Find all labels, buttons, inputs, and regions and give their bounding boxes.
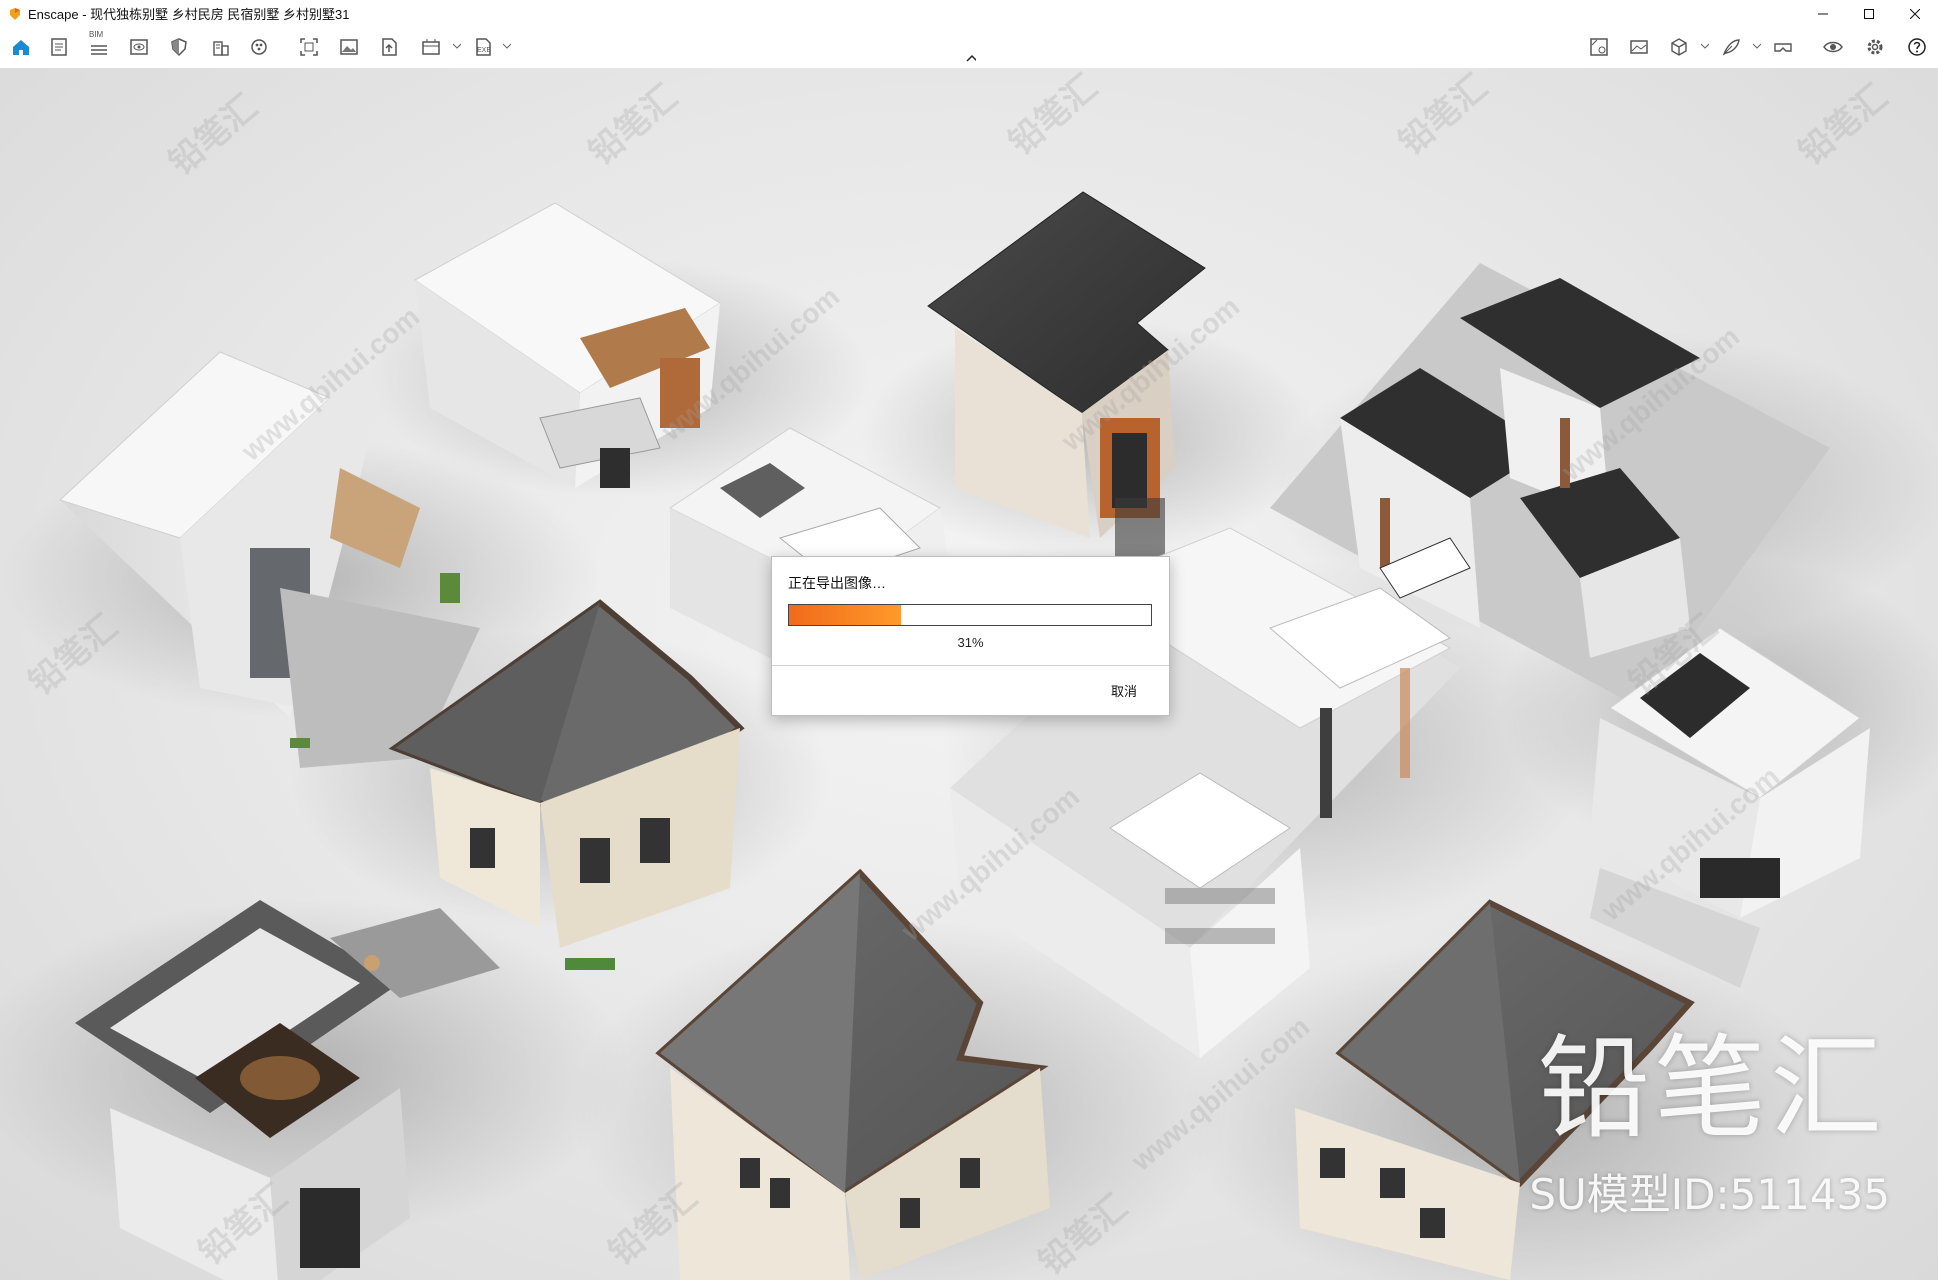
- exe-label: EXE: [477, 47, 492, 54]
- view-eye-icon[interactable]: [126, 34, 152, 60]
- chevron-down-icon[interactable]: [1700, 41, 1710, 51]
- dialog-message: 正在导出图像…: [788, 575, 886, 591]
- feather-icon[interactable]: [1718, 34, 1744, 60]
- progress-percent: 31%: [957, 635, 984, 650]
- panorama-icon[interactable]: [1626, 34, 1652, 60]
- brand-watermark: 铅笔汇: [1538, 1024, 1886, 1154]
- screenshot-icon[interactable]: [296, 34, 322, 60]
- export-progress-bar: [788, 604, 1152, 626]
- minimize-button[interactable]: [1800, 0, 1846, 27]
- maximize-button[interactable]: [1846, 0, 1892, 27]
- window-title: Enscape - 现代独栋别墅 乡村民房 民宿别墅 乡村别墅31: [28, 7, 350, 22]
- settings-gear-icon[interactable]: [1862, 34, 1888, 60]
- visibility-icon[interactable]: [1820, 34, 1846, 60]
- progress-fill: [789, 605, 902, 625]
- asset-library-icon[interactable]: [1586, 34, 1612, 60]
- export-progress-dialog: 正在导出图像… 31% 取消: [771, 556, 1170, 716]
- cube-icon[interactable]: [1666, 34, 1692, 60]
- building-icon[interactable]: [208, 34, 234, 60]
- chevron-down-icon[interactable]: [502, 41, 512, 51]
- export-exe-icon[interactable]: EXE: [470, 34, 496, 60]
- upload-icon[interactable]: [376, 34, 402, 60]
- home-icon[interactable]: [8, 34, 34, 60]
- enscape-toolbar: BIM EXE: [0, 27, 1938, 69]
- chevron-down-icon[interactable]: [1752, 41, 1762, 51]
- material-icon[interactable]: [246, 34, 272, 60]
- close-button[interactable]: [1892, 0, 1938, 27]
- dialog-divider: [772, 665, 1169, 666]
- render-batch-icon[interactable]: [418, 34, 444, 60]
- bim-label: BIM: [89, 30, 104, 39]
- cancel-button[interactable]: 取消: [1111, 681, 1137, 700]
- chevron-down-icon[interactable]: [452, 41, 462, 51]
- vr-headset-icon[interactable]: [1770, 34, 1796, 60]
- bim-list-icon[interactable]: BIM: [86, 30, 112, 60]
- image-icon[interactable]: [336, 34, 362, 60]
- help-icon[interactable]: [1904, 34, 1930, 60]
- chevron-up-icon[interactable]: [966, 53, 976, 63]
- model-id-watermark: SU模型ID:511435: [1529, 1170, 1890, 1219]
- shield-icon[interactable]: [166, 34, 192, 60]
- title-bar: Enscape - 现代独栋别墅 乡村民房 民宿别墅 乡村别墅31: [0, 0, 1938, 27]
- enscape-logo-icon: [10, 7, 20, 20]
- document-icon[interactable]: [46, 34, 72, 60]
